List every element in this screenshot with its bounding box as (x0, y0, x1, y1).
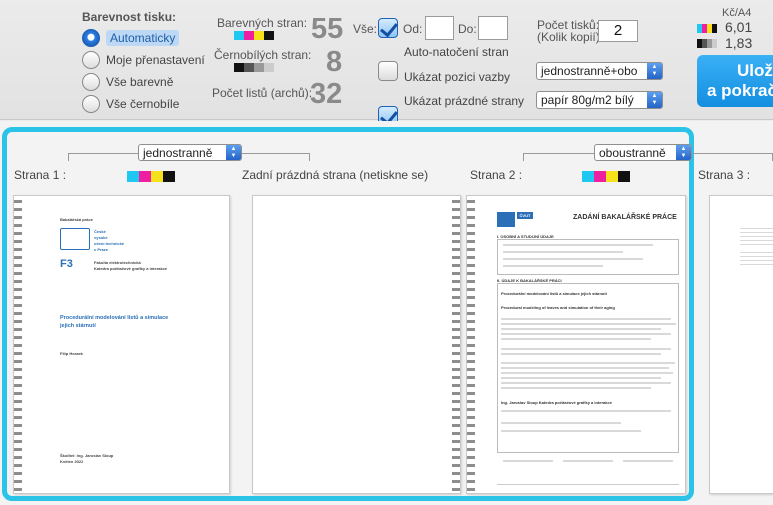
paper-select-value: papír 80g/m2 bílý (541, 93, 634, 107)
print-options-bar: Barevnost tisku: Automaticky Moje přenas… (0, 0, 773, 170)
page3-thumbnail[interactable] (709, 195, 773, 494)
print-settings-window: Barevnost tisku: Automaticky Moje přenas… (0, 0, 773, 505)
updown-arrows-icon: ▲ ▼ (226, 145, 241, 160)
color-mode-options: Automaticky Moje přenastavení Vše barevn… (82, 27, 205, 115)
bw-pages-count: 8 (326, 46, 343, 78)
radio-indicator[interactable] (82, 29, 100, 47)
page1-date: Květen 2022 (60, 459, 84, 464)
show-binding-label: Ukázat pozici vazby (404, 70, 511, 84)
page1-author: Filip Horaek (60, 351, 83, 356)
cmyk-swatch-small (697, 24, 717, 33)
page2-thesis-en: Procedural modeling of leaves and simula… (501, 305, 615, 310)
page2-color-indicator (582, 171, 630, 182)
color-mode-title: Barevnost tisku: (82, 10, 177, 24)
page1-univ3: učení technické (94, 241, 125, 246)
page1-univ4: v Praze (94, 247, 109, 252)
page2-thesis-cz: Procedurální modelování listů a simulace… (501, 291, 607, 296)
duplex-select-value: jednostranně+obo (541, 64, 638, 78)
grayscale-swatch-small (697, 39, 717, 48)
spread1-duplex-select[interactable]: jednostranně ▲ ▼ (138, 144, 242, 161)
color-pages-label: Barevných stran: (217, 16, 308, 30)
page2-label: Strana 2 : (470, 168, 523, 182)
save-button-line1: Uloži (737, 61, 773, 80)
show-blank-label: Ukázat prázdné strany (404, 94, 525, 108)
page-preview-area: jednostranně ▲ ▼ oboustranně ▲ ▼ Strana 1 … (0, 121, 773, 505)
radio-all-bw[interactable]: Vše černobíle (82, 93, 205, 115)
page1-label: Strana 1 : (14, 168, 67, 182)
auto-rotate-label: Auto-natočení stran (404, 45, 509, 59)
page2-title: ZADÁNÍ BAKALÁŘSKÉ PRÁCE (573, 214, 677, 221)
page2-supervisor: Ing. Jaroslav Sloup Katedra počítačové g… (501, 400, 612, 405)
save-button-line2: a pokrač (707, 81, 773, 100)
page1-title2: jejich stárnutí (60, 323, 96, 329)
binding-marks (14, 200, 22, 492)
radio-all-color-label: Vše barevně (106, 75, 174, 89)
page1-color-indicator (127, 171, 175, 182)
spread1-select-value: jednostranně (143, 145, 213, 160)
radio-indicator[interactable] (82, 95, 100, 113)
copies-sublabel: (Kolik kopií) (537, 30, 600, 44)
blank-back-page[interactable] (252, 195, 461, 494)
page1-kind: Bakalářská práce (60, 217, 93, 222)
bw-pages-label: Černobílých stran: (214, 48, 312, 62)
price-bw: 1,83 (725, 35, 753, 51)
radio-custom[interactable]: Moje přenastavení (82, 49, 205, 71)
radio-indicator[interactable] (82, 51, 100, 69)
radio-all-bw-label: Vše černobíle (106, 97, 180, 111)
ctu-logo-box (497, 212, 515, 227)
binding-marks (452, 200, 460, 492)
color-pages-count: 55 (311, 13, 344, 45)
radio-automatic-label: Automaticky (106, 30, 180, 46)
updown-arrows-icon: ▲ ▼ (676, 145, 691, 160)
range-all-checkbox[interactable] (378, 18, 398, 38)
page1-univ2: vysoké (94, 235, 108, 240)
save-continue-button[interactable]: Uloži a pokrač (697, 55, 773, 107)
page1-faculty2: Katedra počítačové grafiky a interakce (94, 266, 168, 271)
sheets-count: 32 (310, 78, 343, 110)
auto-rotate-checkbox[interactable] (378, 61, 398, 81)
cmyk-swatch (234, 31, 274, 40)
grayscale-swatch (234, 63, 274, 72)
blank-page-label: Zadní prázdná strana (netiskne se) (242, 168, 429, 182)
page1-title1: Procedurální modelování listů a simulace (60, 315, 169, 321)
page3-label: Strana 3 : (698, 168, 751, 182)
price-header: Kč/A4 (722, 7, 752, 19)
range-from-label: Od: (403, 22, 423, 36)
page1-supervisor: Školitel: Ing. Jaroslav Sloup (60, 453, 114, 458)
spread2-select-value: oboustranně (599, 145, 666, 160)
updown-arrows-icon: ▲ ▼ (647, 92, 662, 108)
range-to-label: Do: (458, 22, 477, 36)
page1-faculty1: Fakulta elektrotechnická (94, 260, 141, 265)
paper-select[interactable]: papír 80g/m2 bílý ▲ ▼ (536, 91, 663, 109)
duplex-select[interactable]: jednostranně+obo ▲ ▼ (536, 62, 663, 80)
cvut-logo: ČVUT (517, 212, 533, 219)
page1-univ1: České (94, 229, 106, 234)
radio-custom-label: Moje přenastavení (106, 53, 205, 67)
radio-automatic[interactable]: Automaticky (82, 27, 205, 49)
ctu-lion-logo (60, 228, 90, 250)
page1-thumbnail[interactable]: Bakalářská práce České vysoké učení tech… (13, 195, 230, 494)
range-from-input[interactable] (425, 16, 454, 40)
updown-arrows-icon: ▲ ▼ (647, 63, 662, 79)
range-to-input[interactable] (478, 16, 508, 40)
page2-thumbnail[interactable]: ČVUT ZADÁNÍ BAKALÁŘSKÉ PRÁCE I. OSOBNÍ A… (466, 195, 686, 494)
sheets-label: Počet listů (archů): (212, 86, 313, 100)
price-color: 6,01 (725, 19, 753, 35)
page1-faculty-badge: F3 (60, 258, 73, 270)
radio-indicator[interactable] (82, 73, 100, 91)
binding-marks (467, 200, 475, 492)
radio-all-color[interactable]: Vše barevně (82, 71, 205, 93)
copies-input[interactable]: 2 (598, 20, 638, 42)
range-all-label: Vše: (353, 22, 378, 36)
spread2-duplex-select[interactable]: oboustranně ▲ ▼ (594, 144, 692, 161)
